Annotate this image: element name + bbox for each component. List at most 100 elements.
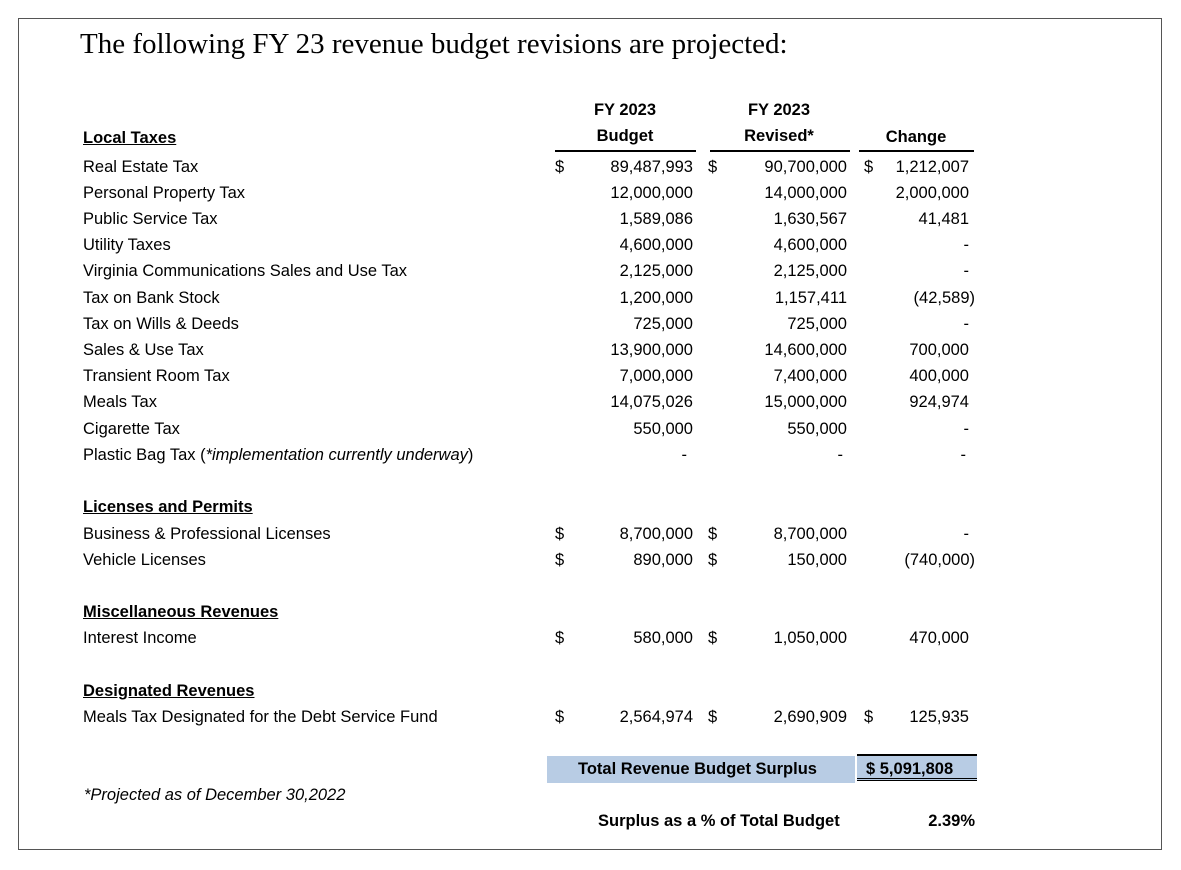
change-value: - bbox=[963, 236, 970, 254]
row-label: Cigarette Tax bbox=[83, 420, 180, 438]
revised-value: 14,600,000 bbox=[764, 341, 847, 359]
budget-value: 2,125,000 bbox=[619, 262, 693, 280]
table-row: Public Service Tax 1,589,086 1,630,567 4… bbox=[0, 207, 1181, 231]
table-row: Sales & Use Tax 13,900,000 14,600,000 70… bbox=[0, 338, 1181, 362]
budget-value: 14,075,026 bbox=[610, 393, 693, 411]
header-revised-line1: FY 2023 bbox=[747, 101, 811, 119]
row-label: Sales & Use Tax bbox=[83, 341, 204, 359]
table-row: Tax on Wills & Deeds 725,000 725,000 - bbox=[0, 312, 1181, 336]
currency-sign: $ bbox=[708, 158, 718, 176]
change-value: 41,481 bbox=[918, 210, 969, 228]
row-label: Tax on Wills & Deeds bbox=[83, 315, 239, 333]
row-label: Utility Taxes bbox=[83, 236, 171, 254]
currency-sign: $ bbox=[555, 158, 565, 176]
revised-value: 725,000 bbox=[787, 315, 847, 333]
percent-value: 2.39% bbox=[928, 812, 975, 830]
table-row: Virginia Communications Sales and Use Ta… bbox=[0, 259, 1181, 283]
budget-value: 1,200,000 bbox=[619, 289, 693, 307]
budget-value: 4,600,000 bbox=[619, 236, 693, 254]
budget-value: - bbox=[681, 446, 688, 464]
change-value: - bbox=[963, 525, 970, 543]
change-value: - bbox=[963, 420, 970, 438]
change-value: (740,000) bbox=[904, 551, 975, 569]
revised-value: 150,000 bbox=[787, 551, 847, 569]
budget-value: 2,564,974 bbox=[619, 708, 693, 726]
section-licenses: Licenses and Permits bbox=[83, 498, 253, 516]
revised-value: 7,400,000 bbox=[773, 367, 847, 385]
change-value: 125,935 bbox=[909, 708, 969, 726]
total-value: $ 5,091,808 bbox=[866, 760, 954, 778]
revised-value: 1,157,411 bbox=[774, 289, 847, 307]
revised-value: 1,630,567 bbox=[773, 210, 847, 228]
change-value: 470,000 bbox=[909, 629, 969, 647]
currency-sign: $ bbox=[555, 629, 565, 647]
change-value: 400,000 bbox=[909, 367, 969, 385]
revised-value: 8,700,000 bbox=[773, 525, 847, 543]
table-row: Transient Room Tax 7,000,000 7,400,000 4… bbox=[0, 364, 1181, 388]
row-label: Business & Professional Licenses bbox=[83, 525, 331, 543]
change-value: 700,000 bbox=[909, 341, 969, 359]
budget-value: 580,000 bbox=[633, 629, 693, 647]
currency-sign: $ bbox=[708, 629, 718, 647]
change-value: - bbox=[963, 262, 970, 280]
header-change-underline bbox=[859, 150, 974, 152]
budget-value: 1,589,086 bbox=[619, 210, 693, 228]
header-revised-underline bbox=[710, 150, 850, 152]
row-note: *implementation currently underway bbox=[205, 446, 468, 464]
currency-sign: $ bbox=[555, 525, 565, 543]
page-title: The following FY 23 revenue budget revis… bbox=[80, 28, 788, 60]
revised-value: 2,690,909 bbox=[773, 708, 847, 726]
currency-sign: $ bbox=[555, 708, 565, 726]
row-label: Vehicle Licenses bbox=[83, 551, 206, 569]
revised-value: 2,125,000 bbox=[773, 262, 847, 280]
currency-sign: $ bbox=[708, 708, 718, 726]
table-row: Interest Income $ 580,000 $ 1,050,000 47… bbox=[0, 626, 1181, 650]
budget-value: 89,487,993 bbox=[610, 158, 693, 176]
table-row: Tax on Bank Stock 1,200,000 1,157,411 (4… bbox=[0, 286, 1181, 310]
header-budget-underline bbox=[555, 150, 696, 152]
change-value: - bbox=[963, 315, 970, 333]
table-row: Meals Tax Designated for the Debt Servic… bbox=[0, 705, 1181, 729]
revised-value: 90,700,000 bbox=[764, 158, 847, 176]
revised-value: - bbox=[837, 446, 844, 464]
row-label: Meals Tax bbox=[83, 393, 157, 411]
revised-value: 4,600,000 bbox=[773, 236, 847, 254]
table-row: Vehicle Licenses $ 890,000 $ 150,000 (74… bbox=[0, 548, 1181, 572]
row-label: Transient Room Tax bbox=[83, 367, 230, 385]
currency-sign: $ bbox=[864, 158, 874, 176]
percent-label: Surplus as a % of Total Budget bbox=[598, 812, 840, 830]
table-row: Plastic Bag Tax (*implementation current… bbox=[0, 443, 1181, 467]
budget-value: 8,700,000 bbox=[619, 525, 693, 543]
change-value: 924,974 bbox=[909, 393, 969, 411]
budget-value: 890,000 bbox=[633, 551, 693, 569]
budget-value: 725,000 bbox=[633, 315, 693, 333]
budget-value: 7,000,000 bbox=[619, 367, 693, 385]
table-row: Cigarette Tax 550,000 550,000 - bbox=[0, 417, 1181, 441]
budget-value: 13,900,000 bbox=[610, 341, 693, 359]
revised-value: 14,000,000 bbox=[764, 184, 847, 202]
section-misc: Miscellaneous Revenues bbox=[83, 603, 279, 621]
row-label: Interest Income bbox=[83, 629, 197, 647]
row-label: Plastic Bag Tax (*implementation current… bbox=[83, 446, 474, 464]
header-budget-line1: FY 2023 bbox=[593, 101, 657, 119]
revised-value: 1,050,000 bbox=[773, 629, 847, 647]
table-row: Personal Property Tax 12,000,000 14,000,… bbox=[0, 181, 1181, 205]
section-designated: Designated Revenues bbox=[83, 682, 255, 700]
budget-value: 550,000 bbox=[633, 420, 693, 438]
row-label: Virginia Communications Sales and Use Ta… bbox=[83, 262, 408, 280]
currency-sign: $ bbox=[708, 525, 718, 543]
section-local-taxes: Local Taxes bbox=[83, 129, 177, 147]
change-value: (42,589) bbox=[913, 289, 975, 307]
table-row: Meals Tax 14,075,026 15,000,000 924,974 bbox=[0, 390, 1181, 414]
row-label: Tax on Bank Stock bbox=[83, 289, 220, 307]
currency-sign: $ bbox=[555, 551, 565, 569]
change-value: 2,000,000 bbox=[895, 184, 969, 202]
change-value: 1,212,007 bbox=[895, 158, 969, 176]
row-label: Public Service Tax bbox=[83, 210, 218, 228]
row-label: Personal Property Tax bbox=[83, 184, 246, 202]
change-value: - bbox=[960, 446, 967, 464]
footnote: *Projected as of December 30,2022 bbox=[84, 786, 346, 804]
row-label: Meals Tax Designated for the Debt Servic… bbox=[83, 708, 438, 726]
row-label: Real Estate Tax bbox=[83, 158, 199, 176]
currency-sign: $ bbox=[864, 708, 874, 726]
